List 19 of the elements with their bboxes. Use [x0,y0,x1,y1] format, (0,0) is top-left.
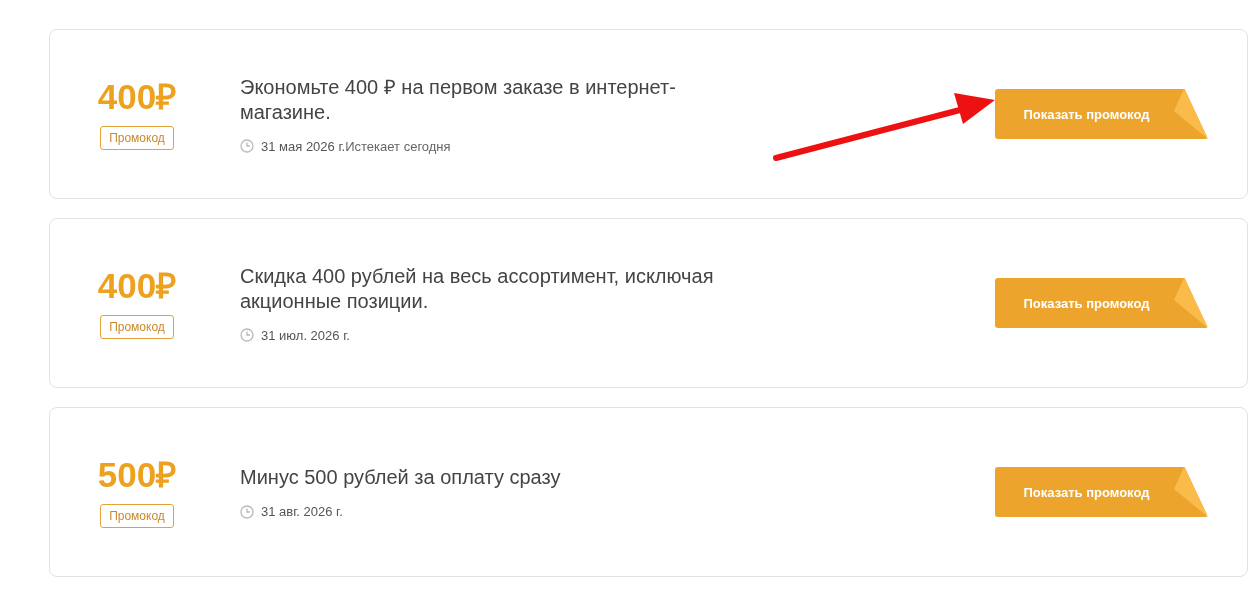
show-code-button[interactable]: Показать промокод [995,467,1208,517]
promo-tag: Промокод [100,314,174,339]
show-code-button[interactable]: Показать промокод [995,278,1208,328]
coupon-title: Скидка 400 рублей на весь ассортимент, исключая акционные позиции. [240,263,715,314]
clock-icon [240,139,254,153]
expiry-date: 31 авг. 2026 г. [261,504,343,519]
discount-amount: 500₽ [97,456,177,492]
expiry-note: Истекает сегодня [345,138,451,154]
show-code-button[interactable]: Показать промокод [995,89,1208,139]
expiry-date: 31 мая 2026 г. [261,138,346,154]
clock-icon [240,504,254,519]
coupon-title: Минус 500 рублей за оплату сразу [240,465,562,490]
discount-amount: 400₽ [97,78,177,114]
expiry-date: 31 июл. 2026 г. [261,327,350,343]
promo-tag: Промокод [100,125,174,150]
clock-icon [240,328,254,342]
coupon-title: Экономьте 400 ₽ на первом заказе в интернет-магазине. [240,74,677,125]
promo-tag: Промокод [100,503,174,528]
discount-amount: 400₽ [97,267,177,303]
